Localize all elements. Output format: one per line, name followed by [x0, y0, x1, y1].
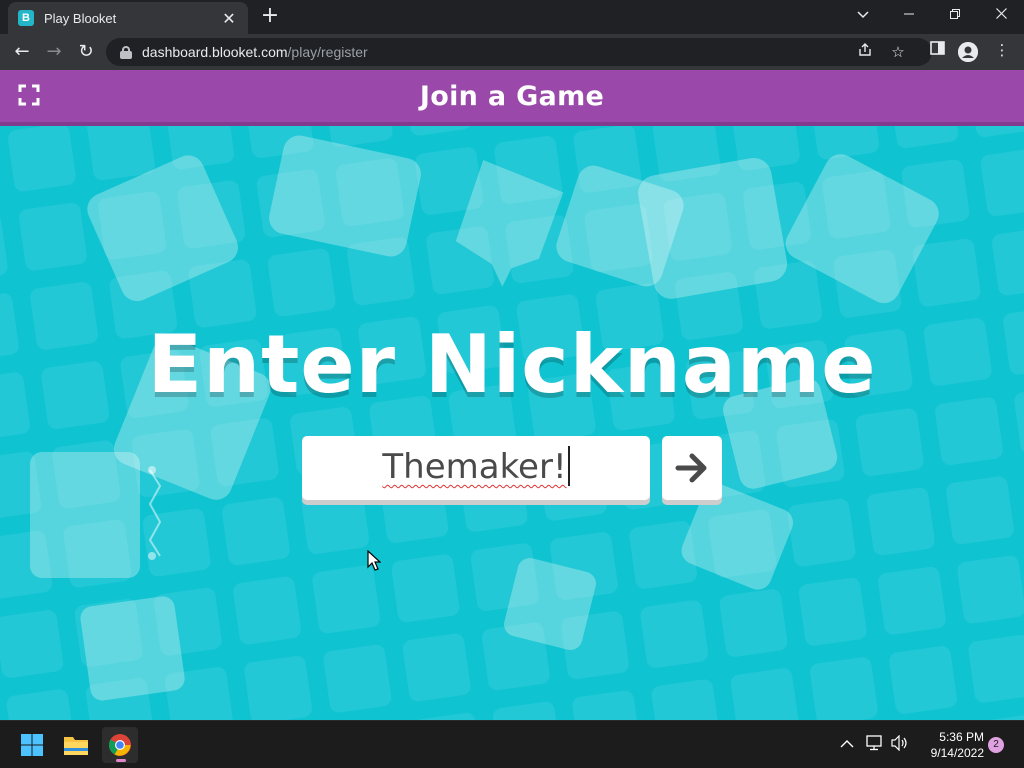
more-menu-icon[interactable]: ⋮: [991, 41, 1013, 63]
taskbar: 5:36 PM 9/14/2022 2: [0, 720, 1024, 768]
profile-avatar-icon[interactable]: [958, 42, 978, 62]
minimize-button[interactable]: [886, 2, 932, 30]
chrome-taskbar-icon[interactable]: [102, 727, 138, 763]
tray-overflow-chevron-icon[interactable]: [840, 735, 854, 753]
blooket-favicon-icon: B: [18, 10, 34, 26]
nickname-value-wrap: Themaker!: [302, 446, 650, 487]
join-submit-button[interactable]: [662, 436, 722, 500]
back-arrow-icon[interactable]: ←: [8, 38, 36, 66]
active-app-indicator: [116, 759, 126, 762]
network-icon[interactable]: [866, 735, 884, 755]
clock-time: 5:36 PM: [939, 730, 984, 744]
reload-icon[interactable]: ↻: [72, 38, 100, 66]
file-explorer-icon[interactable]: [58, 727, 94, 763]
windows-start-icon[interactable]: [14, 727, 50, 763]
blooket-page: Join a Game Enter Nickname Themaker!: [0, 70, 1024, 720]
notification-badge[interactable]: 2: [988, 737, 1004, 753]
enter-nickname-heading: Enter Nickname: [147, 318, 877, 411]
close-tab-icon[interactable]: ✕: [220, 9, 238, 28]
volume-icon[interactable]: [891, 734, 909, 755]
page-title: Join a Game: [419, 80, 605, 112]
background-tiles: [0, 126, 1024, 720]
url-path: /play/register: [287, 44, 368, 60]
browser-toolbar: ← → ↻ dashboard.blooket.com/play/registe…: [0, 34, 1024, 70]
new-tab-button[interactable]: +: [258, 4, 282, 28]
forward-arrow-icon[interactable]: →: [40, 38, 68, 66]
system-clock[interactable]: 5:36 PM 9/14/2022: [914, 729, 984, 761]
background-pattern: Enter Nickname Themaker!: [0, 126, 1024, 720]
restore-button[interactable]: [932, 2, 978, 30]
browser-tab-bar: B Play Blooket ✕ +: [0, 0, 1024, 34]
arrow-right-icon: [675, 453, 707, 483]
nickname-value: Themaker!: [382, 447, 567, 487]
clock-date: 9/14/2022: [930, 746, 984, 760]
text-caret: [567, 446, 570, 486]
tab-title: Play Blooket: [44, 10, 117, 26]
bookmark-star-icon[interactable]: ☆: [886, 42, 910, 62]
side-panel-icon[interactable]: [926, 41, 948, 63]
share-icon[interactable]: [853, 42, 877, 62]
nickname-input[interactable]: Themaker!: [302, 436, 650, 500]
lock-icon: [120, 45, 132, 59]
address-bar[interactable]: dashboard.blooket.com/play/register ☆: [106, 38, 932, 66]
close-window-button[interactable]: [978, 2, 1024, 30]
browser-tab[interactable]: B Play Blooket ✕: [8, 2, 248, 34]
page-header: Join a Game: [0, 70, 1024, 126]
fullscreen-icon[interactable]: [18, 84, 42, 108]
mouse-cursor-icon: [367, 550, 381, 571]
tab-search-chevron-icon[interactable]: [840, 2, 886, 30]
url-host: dashboard.blooket.com: [142, 44, 288, 60]
